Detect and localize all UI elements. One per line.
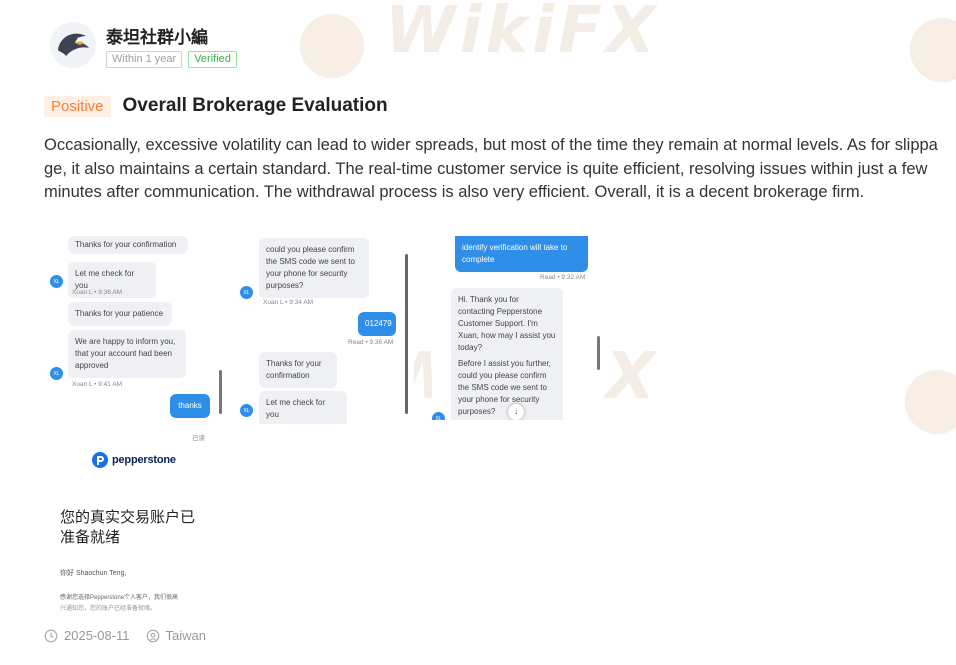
watermark-logo-icon (910, 18, 956, 82)
sentiment-tag: Positive (44, 95, 111, 117)
chat-screenshot-1[interactable]: Thanks for your confirmation Let me chec… (44, 236, 224, 446)
email-body-line: 感谢您选择Pepperstone个人客户，我们很高 (60, 595, 179, 601)
chat-bubble: We are happy to inform you, that your ac… (68, 330, 186, 378)
chat-bubble-user: 012479 (358, 312, 396, 336)
post-date: 2025-08-11 (64, 628, 130, 643)
email-headline: 您的真实交易账户已 准备就绪 (60, 507, 195, 547)
email-body-line: 兴通知您，您的账户已经准备就绪。 (60, 606, 157, 612)
message-meta: Xuan L • 9:34 AM (263, 299, 314, 306)
chat-screenshot-3[interactable]: identify verification will take to compl… (432, 236, 604, 420)
agent-avatar-icon: XL (432, 412, 445, 420)
agent-avatar-icon: XL (50, 275, 63, 288)
review-header: 泰坦社群小編 Within 1 year Verified (50, 22, 237, 68)
eagle-avatar-icon (50, 22, 96, 68)
message-meta: Xuan L • 9:41 AM (72, 381, 123, 388)
chat-screenshot-2[interactable]: could you please confirm the SMS code we… (236, 236, 414, 424)
watermark-logo-icon (300, 14, 364, 78)
pepperstone-logo: pepperstone (92, 452, 176, 468)
agent-avatar-icon: XL (50, 367, 63, 380)
chat-bubble: Hi. Thank you for contacting Pepperstone… (451, 288, 563, 360)
chat-bubble-user: identify verification will take to compl… (455, 236, 588, 272)
verified-badge: Verified (188, 50, 237, 68)
chat-bubble: Thanks for your patience (68, 302, 172, 326)
agent-avatar-icon: XL (240, 404, 253, 417)
clock-icon (44, 629, 58, 643)
review-footer: 2025-08-11 Taiwan (44, 628, 206, 643)
read-receipt: Read • 9:36 AM (348, 339, 394, 346)
scroll-down-icon[interactable]: ↓ (508, 404, 524, 420)
scrollbar[interactable] (405, 254, 408, 414)
watermark-text: WikiFX (385, 0, 660, 68)
chat-bubble: Let me check for you (259, 391, 347, 424)
tenure-badge: Within 1 year (106, 50, 183, 68)
brand-name: pepperstone (112, 454, 176, 466)
pepperstone-logo-icon (92, 452, 108, 468)
email-headline-line-2: 准备就绪 (60, 528, 121, 546)
chat-bubble: Thanks for your confirmation (259, 352, 337, 388)
chat-bubble: could you please confirm the SMS code we… (259, 238, 369, 298)
post-location: Taiwan (165, 628, 207, 643)
username[interactable]: 泰坦社群小編 (106, 23, 237, 48)
read-receipt: 已读 (192, 435, 205, 442)
review-title: Overall Brokerage Evaluation (122, 95, 388, 116)
watermark-logo-icon (905, 370, 956, 434)
read-receipt: Read • 9:32 AM (540, 274, 586, 281)
email-greeting: 你好 Shaochun Teng, (60, 570, 127, 577)
message-meta: Xuan L • 9:36 AM (72, 289, 123, 296)
chat-bubble: Before I assist you further, could you p… (451, 352, 563, 420)
chat-bubble: Thanks for your confirmation (68, 236, 188, 254)
email-headline-line-1: 您的真实交易账户已 (60, 508, 196, 526)
scrollbar[interactable] (219, 370, 222, 414)
scrollbar[interactable] (597, 336, 600, 370)
agent-avatar-icon: XL (240, 286, 253, 299)
chat-bubble-user: thanks (170, 394, 210, 418)
location-icon (146, 629, 160, 643)
review-body: Occasionally, excessive volatility can l… (44, 136, 938, 201)
avatar[interactable] (50, 22, 96, 68)
